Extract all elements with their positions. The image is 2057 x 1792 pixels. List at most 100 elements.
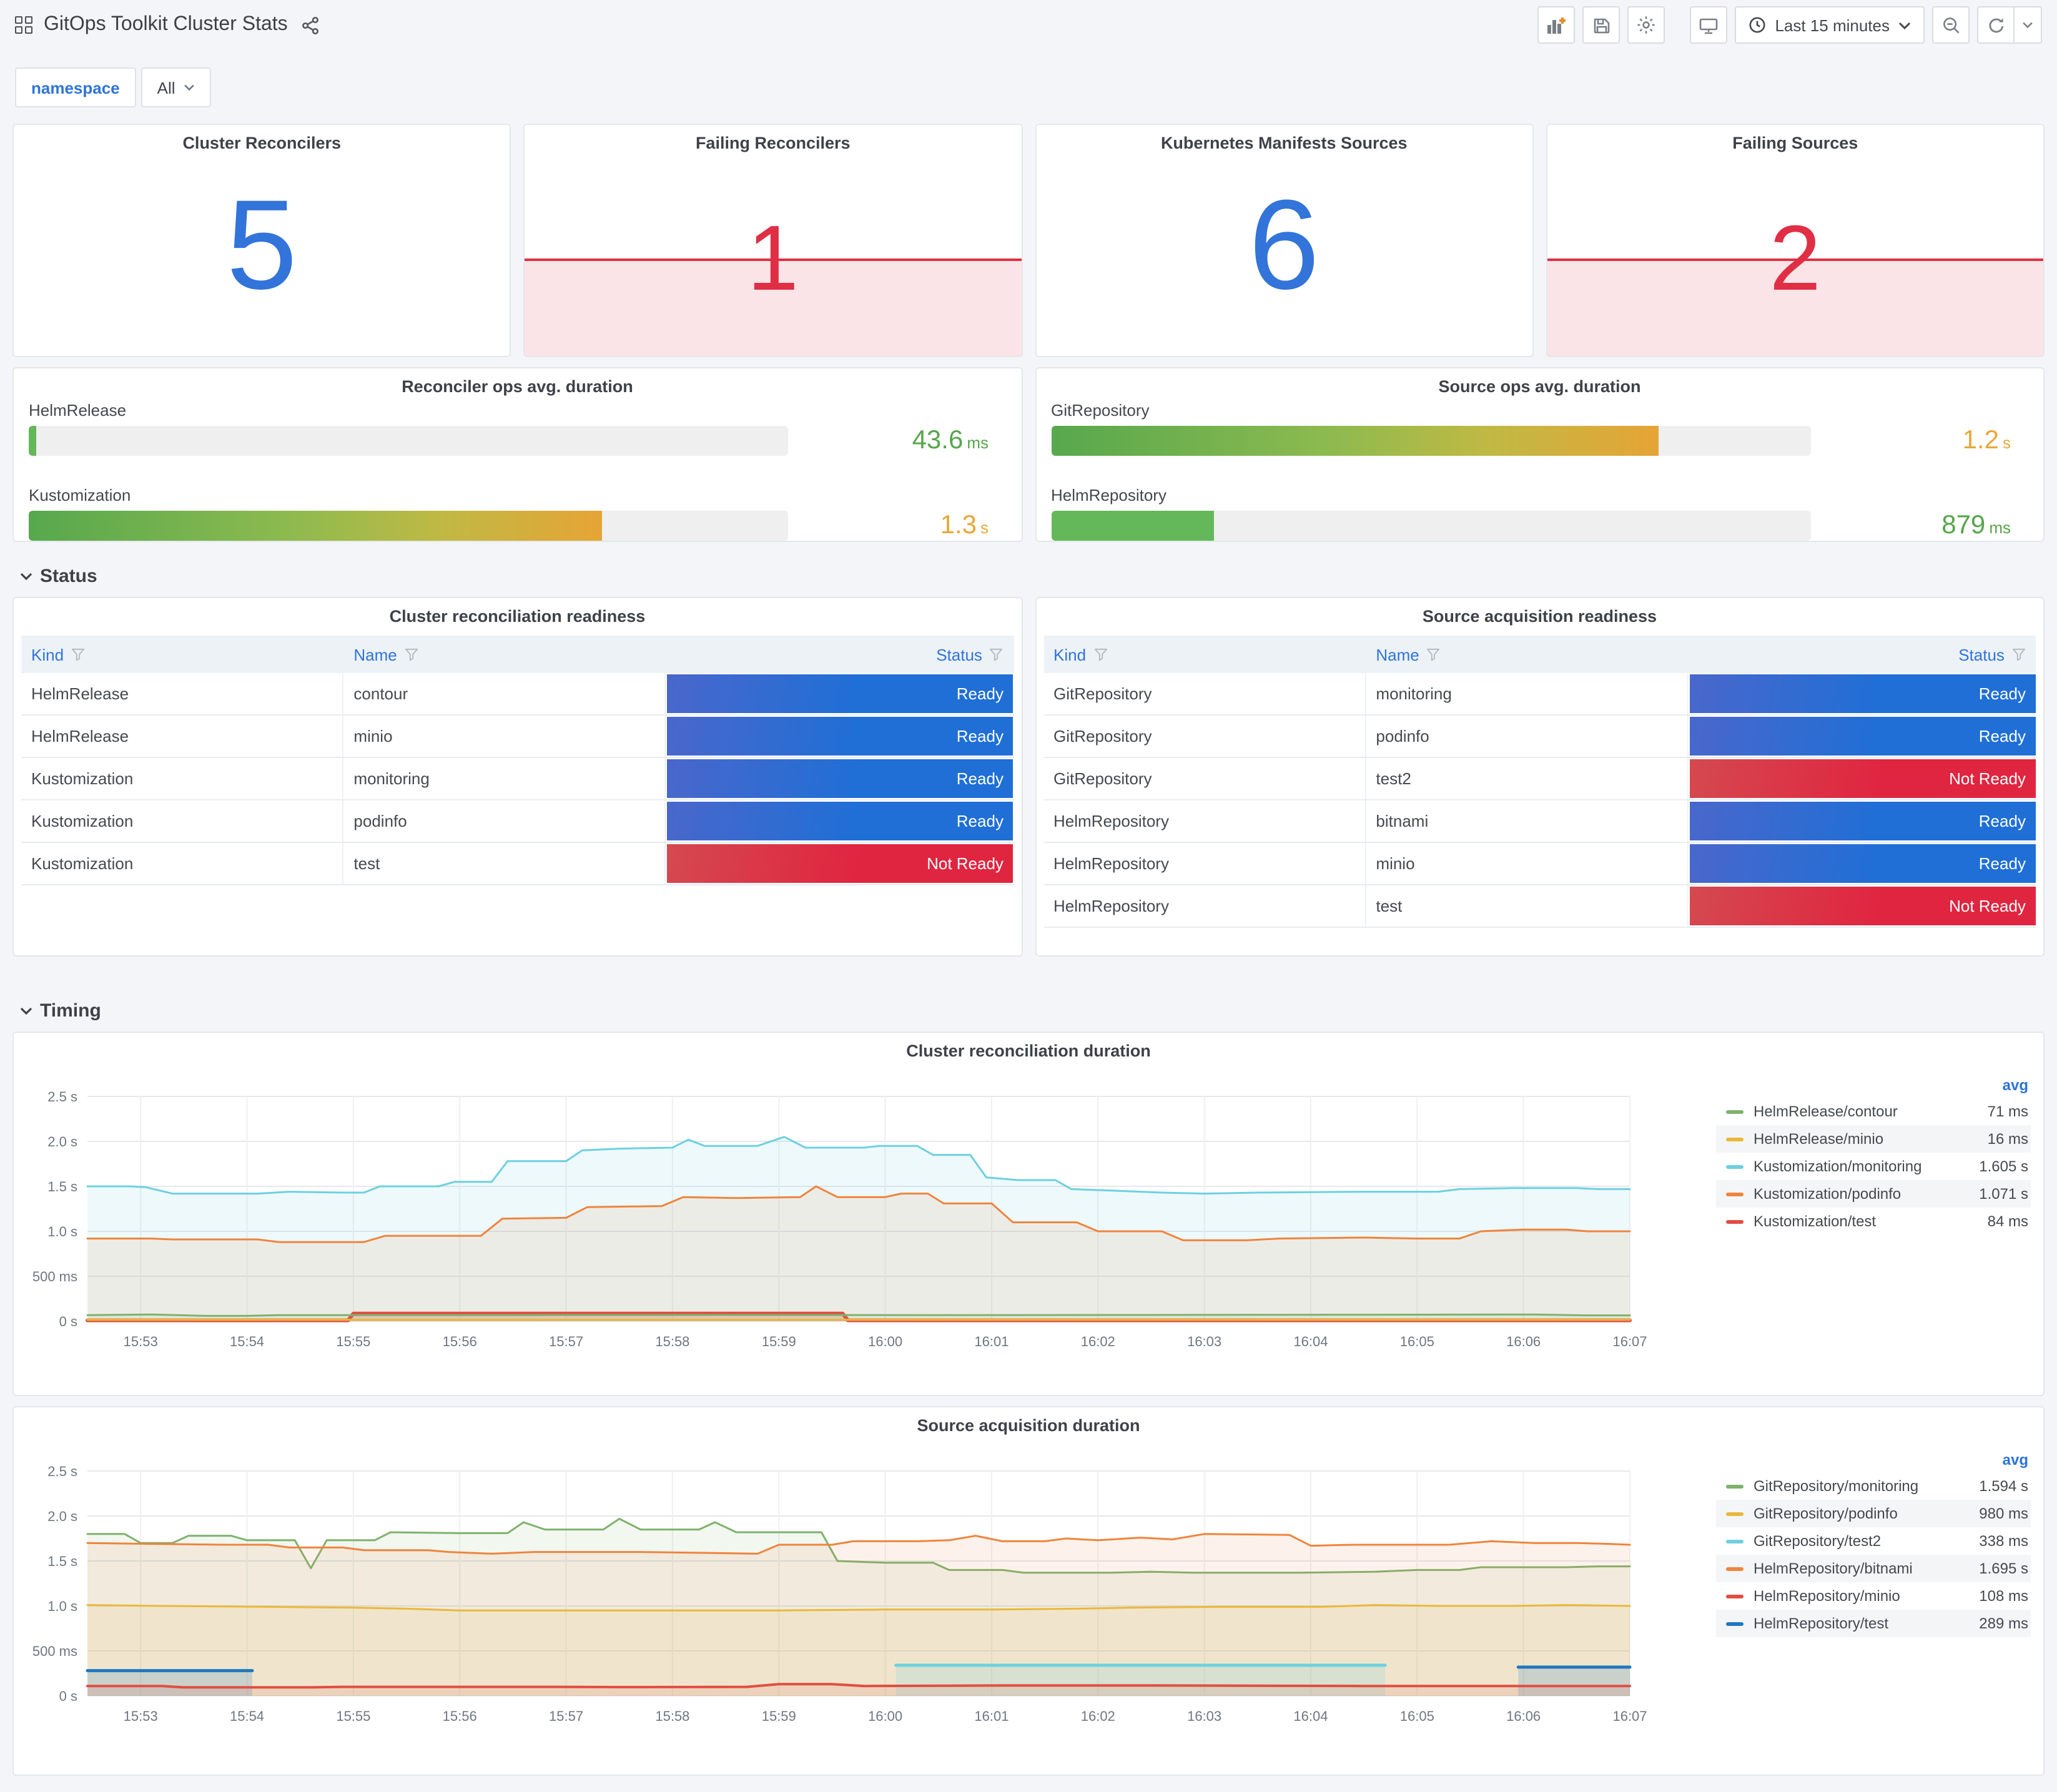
column-header-name[interactable]: Name xyxy=(343,645,666,664)
save-dashboard-button[interactable] xyxy=(1582,6,1620,44)
y-axis-tick-label: 0 s xyxy=(59,1314,77,1329)
legend-item-helmrepository-bitnami[interactable]: HelmRepository/bitnami 1.695 s xyxy=(1716,1555,2031,1582)
x-axis-tick-label: 16:07 xyxy=(1612,1334,1647,1349)
column-header-status[interactable]: Status xyxy=(666,645,1014,664)
panel-source-acquisition-duration: Source acquisition duration 0 s 500 ms 1.0… xyxy=(12,1406,2045,1776)
x-axis-tick-label: 16:06 xyxy=(1506,1708,1541,1724)
status-badge: Ready xyxy=(667,674,1014,713)
cell-kind: HelmRelease xyxy=(21,673,344,714)
legend-item-helmrepository-test[interactable]: HelmRepository/test 289 ms xyxy=(1716,1610,2031,1637)
gauge-row-gitrepository: GitRepository 1.2 s xyxy=(1051,401,2028,466)
series-color-dash xyxy=(1726,1164,1744,1168)
cell-status: Ready xyxy=(1689,843,2036,884)
y-axis-tick-label: 500 ms xyxy=(32,1269,77,1284)
status-badge: Not Ready xyxy=(1689,887,2036,925)
gauge-track xyxy=(29,426,788,456)
table-row: Kustomization podinfo Ready xyxy=(21,800,1014,843)
column-header-name[interactable]: Name xyxy=(1366,645,1688,664)
panel-title[interactable]: Cluster Reconcilers xyxy=(14,134,510,152)
chevron-down-icon xyxy=(20,572,32,580)
section-status-toggle[interactable]: Status xyxy=(15,559,2042,592)
legend-item-helmrelease-minio[interactable]: HelmRelease/minio 16 ms xyxy=(1716,1125,2031,1153)
legend-item-helmrepository-minio[interactable]: HelmRepository/minio 108 ms xyxy=(1716,1582,2031,1610)
series-color-dash xyxy=(1726,1484,1744,1488)
x-axis-tick-label: 15:55 xyxy=(336,1334,370,1349)
x-axis-tick-label: 15:59 xyxy=(762,1708,796,1724)
gauge-track xyxy=(1051,511,1810,541)
stat-panel-cluster-reconcilers: Cluster Reconcilers 5 xyxy=(12,124,511,357)
apps-grid-icon[interactable] xyxy=(15,16,32,34)
x-axis-tick-label: 15:59 xyxy=(762,1334,796,1349)
legend-item-kustomization-podinfo[interactable]: Kustomization/podinfo 1.071 s xyxy=(1716,1180,2031,1208)
legend-series-avg: 980 ms xyxy=(1979,1505,2028,1522)
cell-kind: HelmRelease xyxy=(21,716,344,757)
x-axis-tick-label: 15:54 xyxy=(230,1708,264,1724)
cell-name: contour xyxy=(343,673,666,714)
refresh-interval-dropdown[interactable] xyxy=(2015,6,2042,44)
column-header-label: Status xyxy=(936,645,982,664)
chart-legend: avg HelmRelease/contour 71 ms HelmRelease/m… xyxy=(1716,1073,2031,1235)
panel-title[interactable]: Cluster reconciliation duration xyxy=(14,1041,2043,1060)
filter-funnel-icon xyxy=(71,647,85,661)
share-icon[interactable] xyxy=(302,16,320,34)
gauge-value-number: 43.6 xyxy=(912,426,964,455)
legend-series-name: Kustomization/podinfo xyxy=(1754,1185,1902,1203)
panel-title[interactable]: Kubernetes Manifests Sources xyxy=(1036,134,1532,152)
status-badge: Ready xyxy=(1689,844,2036,883)
legend-item-gitrepository-test2[interactable]: GitRepository/test2 338 ms xyxy=(1716,1527,2031,1555)
table-row: GitRepository test2 Not Ready xyxy=(1043,758,2036,800)
gauge-value-number: 1.3 xyxy=(940,511,977,539)
panel-title[interactable]: Source acquisition duration xyxy=(14,1416,2043,1435)
time-range-label: Last 15 minutes xyxy=(1775,16,1890,34)
table-row: GitRepository podinfo Ready xyxy=(1043,716,2036,758)
column-header-kind[interactable]: Kind xyxy=(1043,645,1366,664)
add-panel-button[interactable] xyxy=(1537,6,1576,44)
legend-avg-header[interactable]: avg xyxy=(1716,1073,2031,1098)
gauge-label: HelmRelease xyxy=(29,401,127,420)
panel-title[interactable]: Source acquisition readiness xyxy=(1036,607,2043,626)
panel-cluster-reconciliation-duration: Cluster reconciliation duration 0 s 500 m… xyxy=(12,1031,2045,1396)
status-badge: Ready xyxy=(1689,717,2036,756)
panel-title[interactable]: Failing Sources xyxy=(1547,134,2043,152)
panel-title[interactable]: Failing Reconcilers xyxy=(525,134,1021,152)
cell-name: podinfo xyxy=(1366,716,1689,757)
legend-series-avg: 84 ms xyxy=(1987,1213,2028,1230)
tv-mode-button[interactable] xyxy=(1690,6,1728,44)
column-header-kind[interactable]: Kind xyxy=(21,645,343,664)
column-header-label: Name xyxy=(1376,645,1419,664)
legend-avg-header[interactable]: avg xyxy=(1716,1447,2031,1472)
legend-item-kustomization-monitoring[interactable]: Kustomization/monitoring 1.605 s xyxy=(1716,1153,2031,1180)
cell-name: test2 xyxy=(1366,758,1689,799)
panel-title[interactable]: Reconciler ops avg. duration xyxy=(14,377,1021,396)
section-timing-toggle[interactable]: Timing xyxy=(15,994,2042,1026)
x-axis-tick-label: 16:03 xyxy=(1187,1334,1221,1349)
y-axis-tick-label: 2.5 s xyxy=(47,1089,77,1105)
panel-title[interactable]: Source ops avg. duration xyxy=(1036,377,2043,396)
dashboard-settings-button[interactable] xyxy=(1627,6,1665,44)
status-badge: Not Ready xyxy=(1689,759,2036,798)
legend-item-kustomization-test[interactable]: Kustomization/test 84 ms xyxy=(1716,1208,2031,1235)
column-header-label: Status xyxy=(1958,645,2005,664)
legend-series-name: Kustomization/monitoring xyxy=(1754,1158,1922,1175)
refresh-button[interactable] xyxy=(1977,6,2015,44)
y-axis-tick-label: 2.5 s xyxy=(47,1464,77,1479)
gauge-value-unit: ms xyxy=(967,433,989,452)
panel-cluster-reconciliation-readiness: Cluster reconciliation readiness Kind Nam… xyxy=(12,597,1022,957)
cell-status: Ready xyxy=(666,758,1014,799)
legend-item-gitrepository-monitoring[interactable]: GitRepository/monitoring 1.594 s xyxy=(1716,1472,2031,1500)
stat-value: 5 xyxy=(226,174,297,317)
time-range-picker[interactable]: Last 15 minutes xyxy=(1735,6,1925,44)
panel-title[interactable]: Cluster reconciliation readiness xyxy=(14,607,1021,626)
legend-item-helmrelease-contour[interactable]: HelmRelease/contour 71 ms xyxy=(1716,1098,2031,1125)
legend-item-gitrepository-podinfo[interactable]: GitRepository/podinfo 980 ms xyxy=(1716,1500,2031,1527)
legend-series-name: HelmRelease/contour xyxy=(1754,1103,1898,1120)
column-header-status[interactable]: Status xyxy=(1689,645,2036,664)
cell-status: Not Ready xyxy=(666,843,1014,884)
cell-status: Ready xyxy=(1689,716,2036,757)
zoom-out-button[interactable] xyxy=(1932,6,1970,44)
x-axis-tick-label: 16:03 xyxy=(1187,1708,1221,1724)
variable-namespace-value-dropdown[interactable]: All xyxy=(141,67,212,107)
legend-rows: HelmRelease/contour 71 ms HelmRelease/mini… xyxy=(1716,1098,2031,1235)
x-axis-tick-label: 16:00 xyxy=(868,1708,902,1724)
variable-namespace-label[interactable]: namespace xyxy=(15,67,136,107)
